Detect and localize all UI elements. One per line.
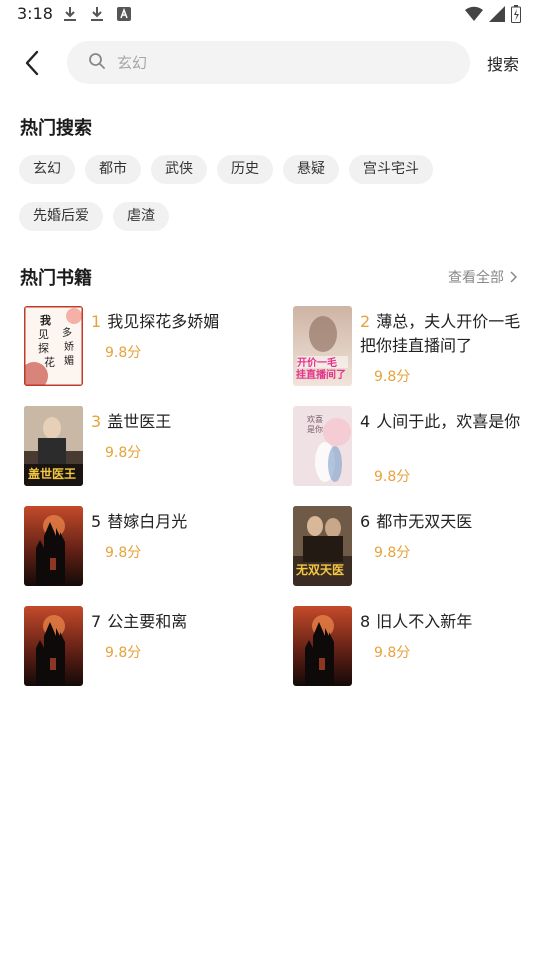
svg-text:盖世医王: 盖世医王 <box>28 466 76 481</box>
book-cover <box>293 606 352 686</box>
svg-text:多: 多 <box>62 326 72 339</box>
book-title: 替嫁白月光 <box>107 512 188 531</box>
book-rank: 3 <box>91 412 102 431</box>
svg-text:无双天医: 无双天医 <box>295 563 344 577</box>
app-notification-icon <box>117 6 131 25</box>
book-rank: 4 <box>360 412 371 431</box>
book-cover: 开价一毛 挂直播间了 <box>293 306 352 386</box>
book-item[interactable]: 无双天医 6 都市无双天医 9.8分 <box>293 506 533 588</box>
book-title: 人间于此，欢喜是你 <box>376 412 521 431</box>
tag-dushi[interactable]: 都市 <box>85 155 141 184</box>
book-rank: 8 <box>360 612 371 631</box>
book-title: 薄总，夫人开价一毛把你挂直播间了 <box>360 312 521 355</box>
book-score: 9.8分 <box>105 645 142 661</box>
book-item[interactable]: 欢喜 是你 4 人间于此，欢喜是你 9.8分 <box>293 406 533 488</box>
back-button[interactable] <box>18 48 46 78</box>
book-item[interactable]: 盖世医王 3 盖世医王 9.8分 <box>24 406 264 488</box>
book-score: 9.8分 <box>374 645 411 661</box>
book-score: 9.8分 <box>374 369 411 385</box>
book-rank: 5 <box>91 512 102 531</box>
book-title: 盖世医王 <box>107 412 172 431</box>
status-time: 3:18 <box>17 4 53 23</box>
book-item[interactable]: 7 公主要和离 9.8分 <box>24 606 264 688</box>
svg-text:见: 见 <box>38 328 49 341</box>
svg-text:挂直播间了: 挂直播间了 <box>296 368 346 381</box>
book-item[interactable]: 8 旧人不入新年 9.8分 <box>293 606 533 688</box>
wifi-icon <box>465 6 483 26</box>
status-bar: 3:18 <box>0 0 537 30</box>
svg-text:花: 花 <box>44 356 55 369</box>
svg-text:开价一毛: 开价一毛 <box>297 356 337 369</box>
chevron-right-icon <box>510 271 517 283</box>
tag-lishi[interactable]: 历史 <box>217 155 273 184</box>
battery-icon <box>511 5 521 27</box>
svg-text:探: 探 <box>38 342 49 355</box>
download-icon <box>90 6 104 26</box>
book-item[interactable]: 开价一毛 挂直播间了 2 薄总，夫人开价一毛把你挂直播间了 9.8分 <box>293 306 533 388</box>
book-rank: 2 <box>360 312 371 331</box>
book-item[interactable]: 我 见 探 花 多 娇 媚 1 我见探花多娇媚 9.8分 <box>24 306 264 388</box>
book-title: 都市无双天医 <box>376 512 473 531</box>
book-rank: 7 <box>91 612 102 631</box>
book-cover <box>24 606 83 686</box>
hot-search-tags: 玄幻 都市 武侠 历史 悬疑 宫斗宅斗 先婚后爱 虐渣 <box>19 155 519 231</box>
tag-xuanyi[interactable]: 悬疑 <box>283 155 339 184</box>
book-score: 9.8分 <box>374 469 411 485</box>
svg-text:是你: 是你 <box>307 424 323 434</box>
book-cover: 欢喜 是你 <box>293 406 352 486</box>
hot-search-title: 热门搜索 <box>20 118 92 139</box>
book-rank: 1 <box>91 312 102 331</box>
search-box[interactable] <box>67 41 470 84</box>
tag-wuxia[interactable]: 武侠 <box>151 155 207 184</box>
system-icons <box>465 5 521 27</box>
signal-icon <box>489 6 505 26</box>
book-score: 9.8分 <box>105 445 142 461</box>
svg-text:媚: 媚 <box>64 354 74 367</box>
search-input[interactable] <box>115 52 439 73</box>
book-score: 9.8分 <box>374 545 411 561</box>
tag-xuanhuan[interactable]: 玄幻 <box>19 155 75 184</box>
tag-gongdou[interactable]: 宫斗宅斗 <box>349 155 433 184</box>
book-rank: 6 <box>360 512 371 531</box>
book-title: 我见探花多娇媚 <box>107 312 220 331</box>
book-cover: 盖世医王 <box>24 406 83 486</box>
svg-text:我: 我 <box>40 313 51 327</box>
search-icon <box>89 52 105 73</box>
book-cover: 我 见 探 花 多 娇 媚 <box>24 306 83 386</box>
book-cover <box>24 506 83 586</box>
svg-text:欢喜: 欢喜 <box>307 414 323 424</box>
download-icon <box>63 6 77 26</box>
book-title: 旧人不入新年 <box>376 612 473 631</box>
book-item[interactable]: 5 替嫁白月光 9.8分 <box>24 506 264 588</box>
book-score: 9.8分 <box>105 545 142 561</box>
book-title: 公主要和离 <box>107 612 188 631</box>
tag-xianhun[interactable]: 先婚后爱 <box>19 202 103 231</box>
view-all-link[interactable]: 查看全部 <box>448 267 517 287</box>
search-button[interactable]: 搜索 <box>487 51 519 75</box>
hot-books-title: 热门书籍 <box>20 268 92 289</box>
svg-text:娇: 娇 <box>64 341 74 353</box>
chevron-left-icon <box>25 50 39 76</box>
book-cover: 无双天医 <box>293 506 352 586</box>
view-all-label: 查看全部 <box>448 270 504 286</box>
book-score: 9.8分 <box>105 345 142 361</box>
tag-nuezha[interactable]: 虐渣 <box>113 202 169 231</box>
